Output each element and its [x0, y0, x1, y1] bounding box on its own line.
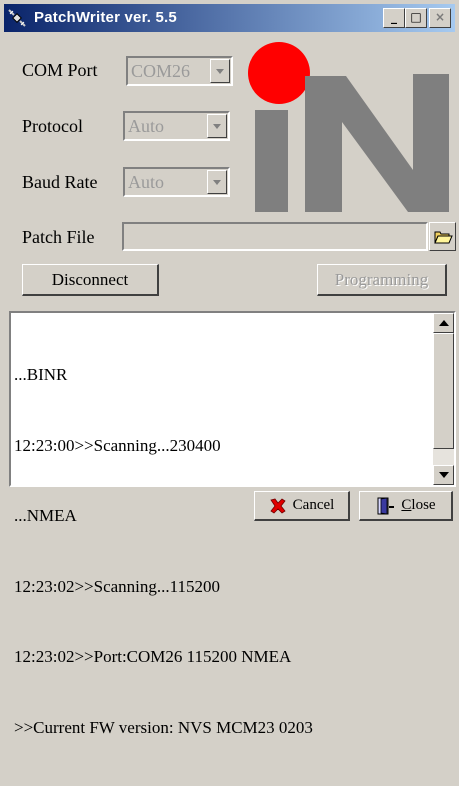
log-line: >>Current FW version: NVS MCM23 0203 — [14, 717, 313, 737]
red-x-icon — [270, 497, 286, 514]
maximize-button[interactable]: □ — [405, 8, 427, 28]
close-label-rest: lose — [411, 497, 436, 513]
patch-file-input[interactable] — [122, 222, 428, 251]
log-lines: ...BINR 12:23:00>>Scanning...230400 ...N… — [14, 316, 313, 786]
protocol-value: Auto — [128, 116, 164, 136]
scroll-up-icon[interactable] — [433, 313, 454, 333]
minimize-button[interactable]: _ — [383, 8, 405, 28]
protocol-label: Protocol — [22, 116, 83, 136]
inv-logo — [248, 42, 449, 212]
disconnect-button[interactable]: Disconnect — [22, 264, 159, 296]
programming-button[interactable]: Programming — [317, 264, 447, 296]
baud-rate-select[interactable]: Auto — [123, 167, 230, 197]
browse-button[interactable] — [429, 222, 456, 251]
patchwriter-window: PatchWriter ver. 5.5 _ □ × COM Port COM2… — [0, 0, 459, 737]
chevron-down-icon[interactable] — [207, 114, 227, 138]
cancel-button[interactable]: Cancel — [254, 491, 350, 521]
baud-rate-label: Baud Rate — [22, 172, 98, 192]
window-title: PatchWriter ver. 5.5 — [34, 9, 177, 26]
cancel-label: Cancel — [292, 497, 335, 513]
log-line: 12:23:00>>Scanning...230400 — [14, 435, 221, 455]
scroll-down-icon[interactable] — [433, 465, 454, 485]
patch-file-label: Patch File — [22, 227, 95, 247]
baud-rate-value: Auto — [128, 172, 164, 192]
com-port-select[interactable]: COM26 — [126, 56, 233, 86]
title-bar[interactable]: PatchWriter ver. 5.5 _ □ × — [4, 4, 455, 32]
log-line: 12:23:02>>Port:COM26 115200 NMEA — [14, 647, 292, 666]
chevron-down-icon[interactable] — [210, 59, 230, 83]
close-label-accelerator: C — [401, 497, 412, 513]
close-label: Close — [401, 497, 435, 514]
com-port-label: COM Port — [22, 60, 98, 80]
log-output[interactable]: ...BINR 12:23:00>>Scanning...230400 ...N… — [9, 311, 456, 737]
close-button-content: Close — [360, 492, 451, 519]
protocol-select[interactable]: Auto — [123, 111, 230, 141]
scrollbar-thumb[interactable] — [433, 333, 454, 449]
satellite-icon — [8, 9, 26, 27]
close-button[interactable]: Close — [359, 491, 453, 521]
log-line: ...BINR — [14, 365, 68, 384]
chevron-down-icon[interactable] — [207, 170, 227, 194]
folder-open-icon — [434, 231, 453, 244]
close-window-button[interactable]: × — [429, 8, 451, 28]
com-port-value: COM26 — [131, 61, 191, 81]
cancel-button-content: Cancel — [255, 492, 348, 519]
log-scrollbar[interactable] — [433, 313, 454, 485]
door-icon — [377, 497, 395, 514]
log-line: 12:23:02>>Scanning...115200 — [14, 576, 221, 596]
